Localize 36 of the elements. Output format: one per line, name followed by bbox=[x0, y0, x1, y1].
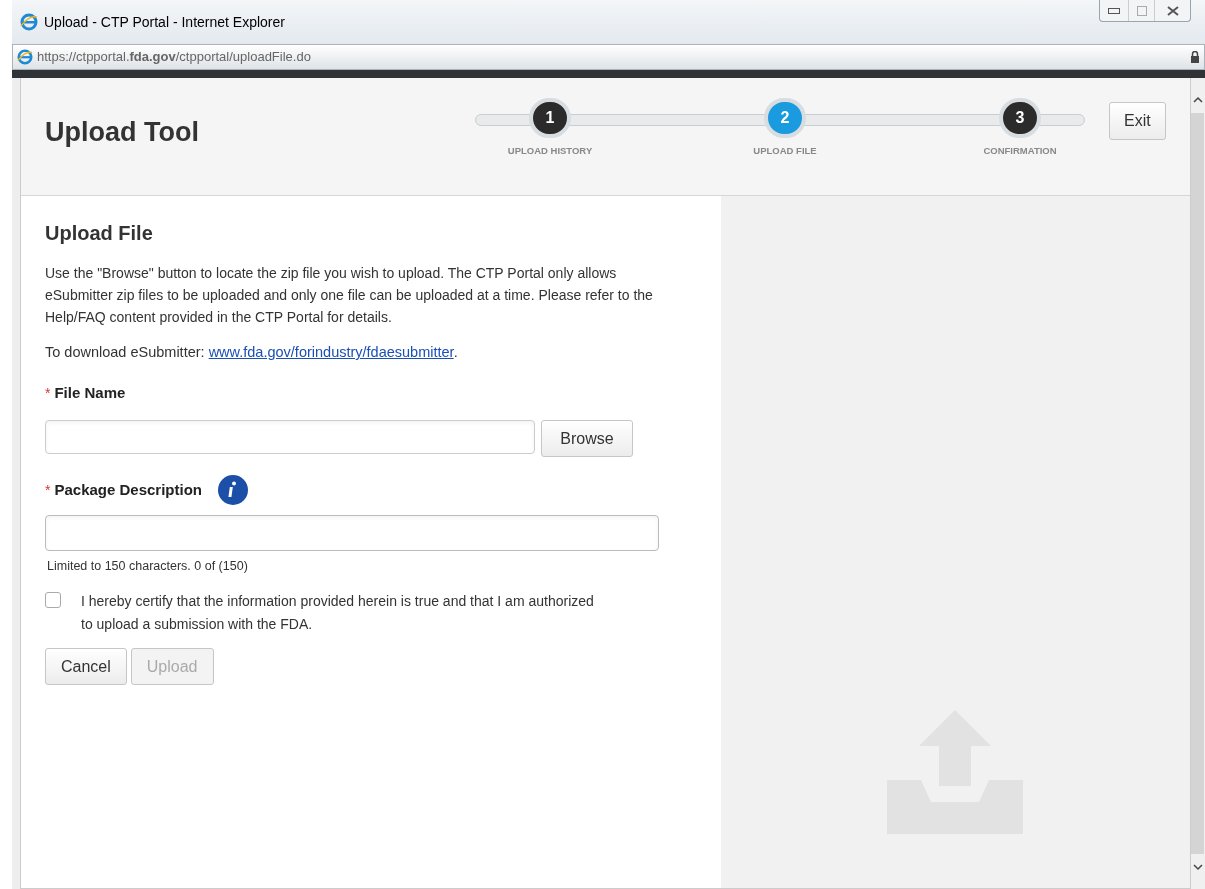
intro-paragraph: Use the "Browse" button to locate the zip file you wish to upload. The CTP Portal only allows eSubmitter zip files to be uploaded and only one file can be uploaded at a time. Please refer to the Help/FAQ content provided in the CTP Portal for details. bbox=[45, 264, 654, 327]
url-text: https://ctpportal.fda.gov/ctpportal/uploadFile.do bbox=[37, 48, 312, 67]
esubmitter-link[interactable]: www.fda.gov/forindustry/fdaesubmitter bbox=[208, 344, 454, 360]
step-label: CONFIRMATION bbox=[983, 143, 1057, 158]
browser-logo-icon bbox=[20, 13, 38, 31]
scroll-down-icon[interactable] bbox=[1192, 864, 1203, 871]
certify-checkbox[interactable] bbox=[45, 592, 61, 608]
certify-label: I hereby certify that the information provided herein is true and that I am authorized to upload a submission with the FDA. bbox=[81, 592, 595, 634]
step-label: UPLOAD FILE bbox=[753, 143, 817, 158]
address-bar[interactable]: https://ctpportal.fda.gov/ctpportal/uploadFile.do bbox=[12, 44, 1205, 70]
exit-button[interactable]: Exit bbox=[1109, 102, 1166, 140]
step-label: UPLOAD HISTORY bbox=[507, 143, 593, 158]
character-limit-hint: Limited to 150 characters. 0 of (150) bbox=[46, 558, 249, 576]
close-icon bbox=[1166, 5, 1179, 16]
scroll-up-icon[interactable] bbox=[1192, 96, 1203, 103]
browse-button[interactable]: Browse bbox=[541, 420, 633, 458]
maximize-icon bbox=[1136, 5, 1147, 16]
step-number: 3 bbox=[999, 98, 1041, 138]
field-label: File Name bbox=[54, 382, 126, 403]
window-title: Upload - CTP Portal - Internet Explorer bbox=[44, 12, 285, 32]
step-number: 1 bbox=[529, 98, 571, 138]
file-name-field[interactable] bbox=[45, 420, 535, 455]
required-mark: * bbox=[45, 383, 51, 403]
step-number: 2 bbox=[764, 98, 806, 138]
form-button[interactable]: Cancel bbox=[45, 648, 127, 685]
info-icon[interactable] bbox=[218, 475, 248, 506]
section-heading: Upload File bbox=[45, 221, 154, 246]
required-mark: * bbox=[45, 480, 51, 500]
lock-icon bbox=[1190, 51, 1200, 63]
browser-logo-icon bbox=[17, 49, 33, 65]
field-label: Package Description bbox=[54, 480, 202, 500]
scrollbar-thumb[interactable] bbox=[1191, 113, 1205, 854]
package-description-field[interactable] bbox=[45, 515, 659, 552]
page-title: Upload Tool bbox=[45, 116, 200, 149]
download-sentence: To download eSubmitter: www.fda.gov/forindustry/fdaesubmitter. bbox=[45, 343, 459, 362]
minimize-icon bbox=[1108, 7, 1120, 14]
